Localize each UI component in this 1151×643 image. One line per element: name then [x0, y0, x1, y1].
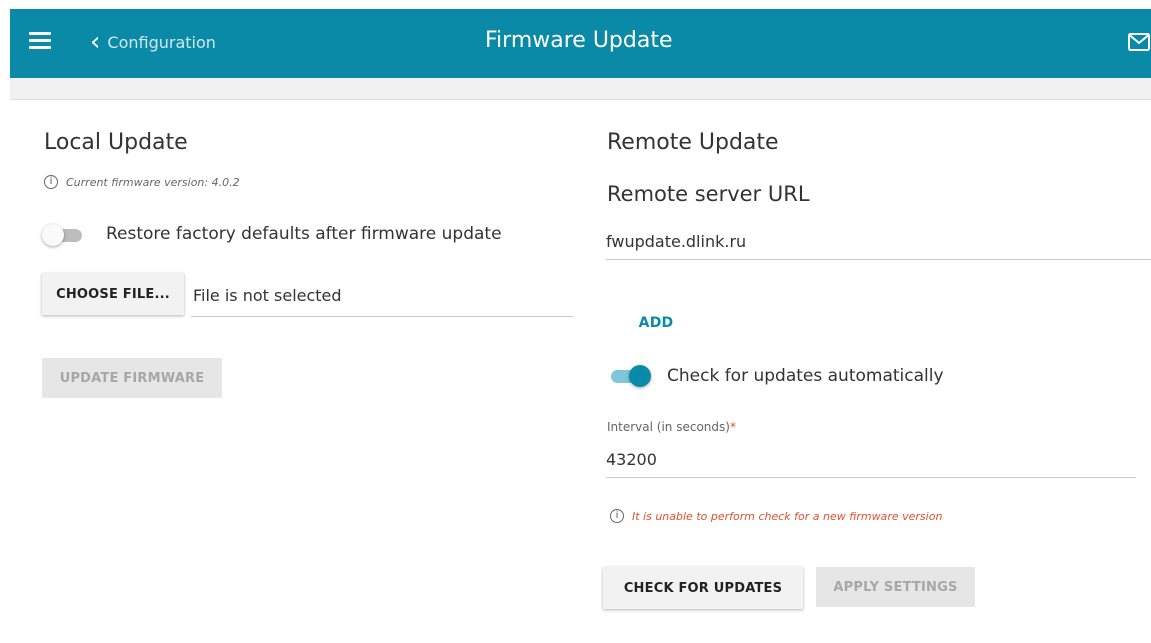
auto-check-toggle[interactable]: [607, 365, 651, 387]
choose-file-button[interactable]: CHOOSE FILE...: [42, 273, 184, 315]
mail-icon[interactable]: [1127, 31, 1151, 53]
server-url-input[interactable]: fwupdate.dlink.ru: [606, 232, 746, 251]
back-to-configuration-link[interactable]: ‹ Configuration: [90, 29, 216, 55]
back-link-label: Configuration: [107, 32, 216, 52]
restore-defaults-label: Restore factory defaults after firmware …: [106, 224, 502, 244]
interval-underline: [606, 477, 1136, 478]
apply-settings-button[interactable]: APPLY SETTINGS: [816, 567, 975, 607]
check-for-updates-button[interactable]: CHECK FOR UPDATES: [603, 567, 803, 609]
add-server-button[interactable]: ADD: [628, 310, 684, 336]
page-title: Firmware Update: [485, 28, 673, 53]
interval-label-text: Interval (in seconds): [607, 420, 730, 434]
remote-server-url-heading: Remote server URL: [607, 182, 810, 206]
check-warning: i It is unable to perform check for a ne…: [610, 509, 942, 523]
file-field-underline: [191, 316, 573, 317]
top-app-bar: ‹ Configuration Firmware Update: [10, 9, 1151, 78]
hamburger-menu-icon[interactable]: [29, 32, 51, 50]
chevron-left-icon: ‹: [90, 27, 101, 57]
required-mark: *: [729, 420, 736, 434]
local-update-title: Local Update: [44, 130, 188, 155]
check-warning-text: It is unable to perform check for a new …: [632, 509, 943, 523]
server-url-underline: [606, 259, 1151, 260]
file-status-text: File is not selected: [193, 286, 342, 305]
current-version-text: Current firmware version: 4.0.2: [66, 175, 240, 189]
update-firmware-button[interactable]: UPDATE FIRMWARE: [42, 358, 222, 398]
remote-update-title: Remote Update: [607, 130, 779, 155]
interval-label: Interval (in seconds)*: [607, 420, 736, 434]
info-icon: i: [610, 509, 624, 523]
interval-input[interactable]: 43200: [606, 450, 657, 469]
restore-defaults-toggle[interactable]: [42, 224, 86, 246]
header-subbar: [10, 78, 1151, 100]
auto-check-label: Check for updates automatically: [667, 366, 944, 386]
info-icon: i: [44, 175, 58, 189]
current-version-info: i Current firmware version: 4.0.2: [44, 175, 240, 189]
